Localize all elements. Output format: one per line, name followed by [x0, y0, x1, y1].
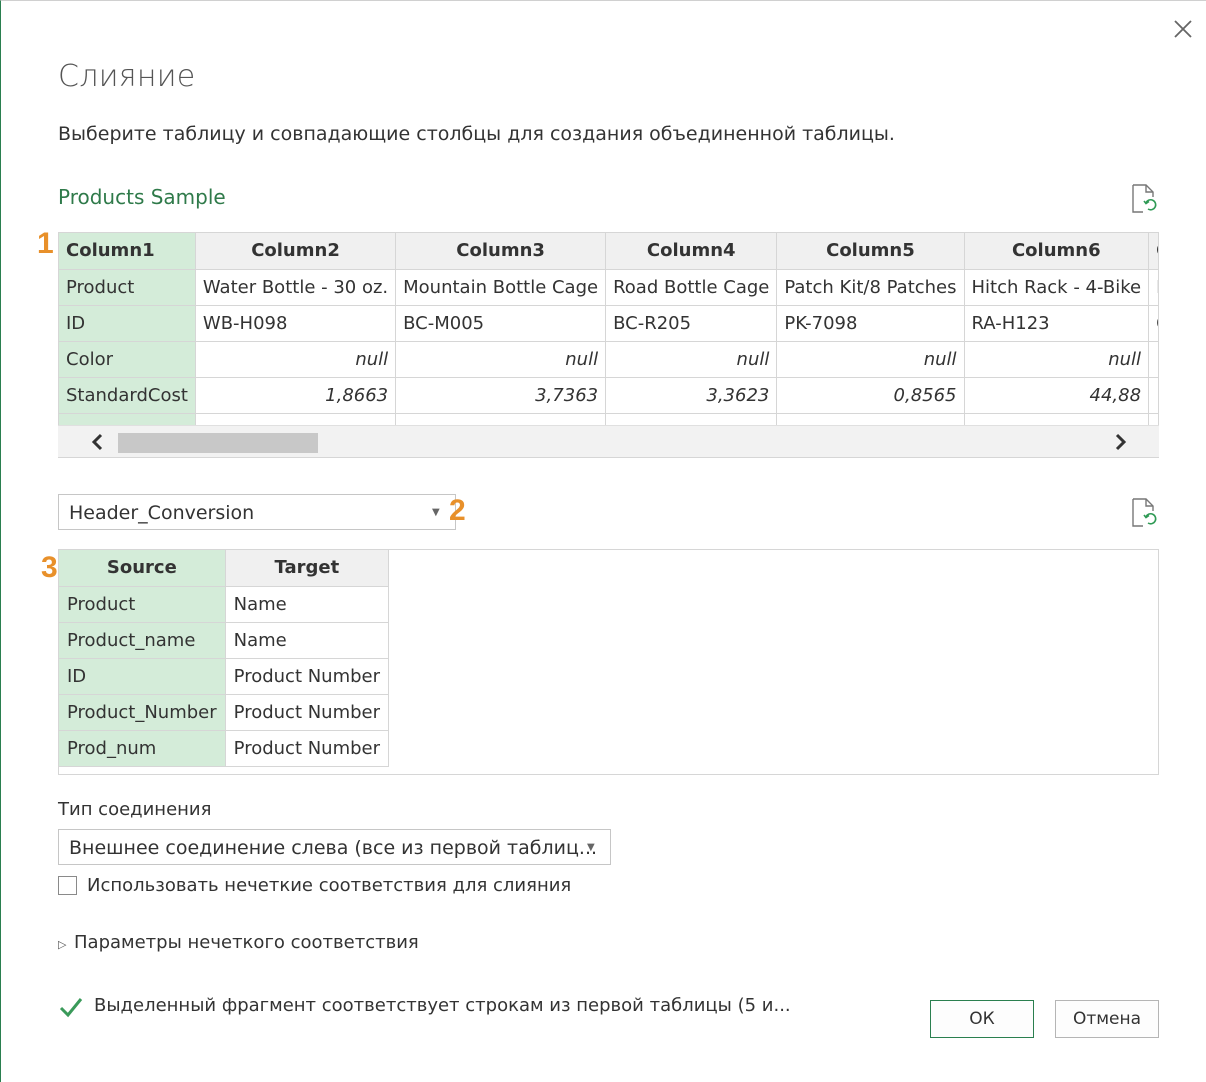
column-header[interactable]: Column2	[195, 233, 397, 270]
column-header[interactable]: Column3	[395, 233, 607, 270]
table-cell: 3,3623	[605, 377, 778, 414]
horizontal-scrollbar[interactable]	[58, 425, 1159, 457]
fuzzy-options-label: Параметры нечеткого соответствия	[74, 932, 419, 953]
table-cell: Name	[225, 586, 390, 623]
table-cell: Product Number	[225, 730, 390, 767]
table-cell: Product	[59, 586, 226, 623]
column-header[interactable]: Source	[59, 550, 226, 587]
fuzzy-match-checkbox[interactable]	[58, 876, 77, 895]
merge-dialog: Слияние Выберите таблицу и совпадающие с…	[0, 0, 1206, 1082]
table-cell: 1,8663	[195, 377, 397, 414]
table-cell: Patch Kit/8 Patches	[776, 269, 965, 306]
table-cell: null	[964, 341, 1150, 378]
second-table-grid: Source Target Product Name Product_name …	[59, 550, 390, 767]
chevron-down-icon: ▼	[587, 842, 595, 853]
column-header[interactable]: Target	[225, 550, 390, 587]
join-type-label: Тип соединения	[58, 799, 212, 820]
table-cell: WB-H098	[195, 305, 397, 342]
scroll-right-icon[interactable]	[1108, 430, 1132, 454]
table-cell: Water Bottle - 30 oz.	[195, 269, 397, 306]
ok-button[interactable]: ОК	[930, 1000, 1034, 1038]
table-cell: Product	[59, 269, 196, 306]
table-cell: BC-M005	[395, 305, 607, 342]
table-cell: ID	[59, 305, 196, 342]
column-header[interactable]: Col	[1148, 233, 1158, 270]
table-row: Product Name	[59, 586, 390, 623]
scroll-thumb[interactable]	[118, 433, 318, 453]
table-cell	[1148, 341, 1158, 378]
chevron-down-icon: ▼	[432, 507, 440, 518]
table-cell	[1148, 377, 1158, 414]
scroll-left-icon[interactable]	[86, 430, 110, 454]
table-row: Product Water Bottle - 30 oz. Mountain B…	[59, 269, 1158, 306]
table-row: Color null null null null null	[59, 341, 1158, 378]
table-cell: null	[605, 341, 778, 378]
table-cell: Bike Wa	[1148, 269, 1158, 306]
dialog-title: Слияние	[58, 59, 196, 94]
table-cell: Hitch Rack - 4-Bike	[964, 269, 1150, 306]
table-cell: CL-9009	[1148, 305, 1158, 342]
column-header[interactable]: Column5	[776, 233, 965, 270]
callout-1: 1	[37, 227, 54, 260]
table-row: StandardCost 1,8663 3,7363 3,3623 0,8565…	[59, 377, 1158, 414]
first-table-name: Products Sample	[58, 185, 226, 209]
table-cell: Road Bottle Cage	[605, 269, 778, 306]
checkmark-icon	[59, 998, 83, 1018]
table-cell: StandardCost	[59, 377, 196, 414]
cancel-button[interactable]: Отмена	[1055, 1000, 1159, 1038]
fuzzy-match-label[interactable]: Использовать нечеткие соответствия для с…	[87, 875, 571, 896]
table-cell: null	[776, 341, 965, 378]
refresh-preview-icon[interactable]	[1131, 184, 1157, 214]
expand-arrow-icon: ▷	[58, 938, 67, 951]
table-row: ID WB-H098 BC-M005 BC-R205 PK-7098 RA-H1…	[59, 305, 1158, 342]
table-cell: Product Number	[225, 658, 390, 695]
table-cell: Color	[59, 341, 196, 378]
dialog-description: Выберите таблицу и совпадающие столбцы д…	[58, 123, 895, 145]
second-table-select[interactable]: Header_Conversion ▼	[58, 494, 456, 530]
join-type-select[interactable]: Внешнее соединение слева (все из первой …	[58, 829, 611, 865]
table-cell: Product Number	[225, 694, 390, 731]
refresh-preview-icon[interactable]	[1131, 498, 1157, 528]
table-cell: ID	[59, 658, 226, 695]
table-cell: Name	[225, 622, 390, 659]
table-cell: Mountain Bottle Cage	[395, 269, 607, 306]
table-header-row: Source Target	[59, 550, 390, 587]
first-table-grid: Column1 Column2 Column3 Column4 Column5 …	[59, 233, 1158, 436]
table-cell: Product_name	[59, 622, 226, 659]
table-cell: null	[395, 341, 607, 378]
table-cell: 44,88	[964, 377, 1150, 414]
table-row: ID Product Number	[59, 658, 390, 695]
column-header[interactable]: Column1	[59, 233, 196, 270]
second-table-select-value: Header_Conversion	[69, 502, 255, 524]
callout-3: 3	[41, 551, 58, 584]
table-cell: RA-H123	[964, 305, 1150, 342]
table-cell: Product_Number	[59, 694, 226, 731]
table-cell: 0,8565	[776, 377, 965, 414]
table-row: Product_Number Product Number	[59, 694, 390, 731]
table-row: Prod_num Product Number	[59, 730, 390, 767]
table-header-row: Column1 Column2 Column3 Column4 Column5 …	[59, 233, 1158, 270]
match-status-text: Выделенный фрагмент соответствует строка…	[94, 995, 791, 1016]
second-table-preview: Source Target Product Name Product_name …	[58, 549, 1159, 775]
join-type-select-value: Внешнее соединение слева (все из первой …	[69, 837, 598, 859]
column-header[interactable]: Column4	[605, 233, 778, 270]
table-row: Product_name Name	[59, 622, 390, 659]
table-cell: PK-7098	[776, 305, 965, 342]
table-cell: 3,7363	[395, 377, 607, 414]
table-cell: null	[195, 341, 397, 378]
table-cell: BC-R205	[605, 305, 778, 342]
callout-2: 2	[449, 494, 466, 527]
close-icon[interactable]	[1169, 15, 1197, 43]
column-header[interactable]: Column6	[964, 233, 1150, 270]
table-cell: Prod_num	[59, 730, 226, 767]
